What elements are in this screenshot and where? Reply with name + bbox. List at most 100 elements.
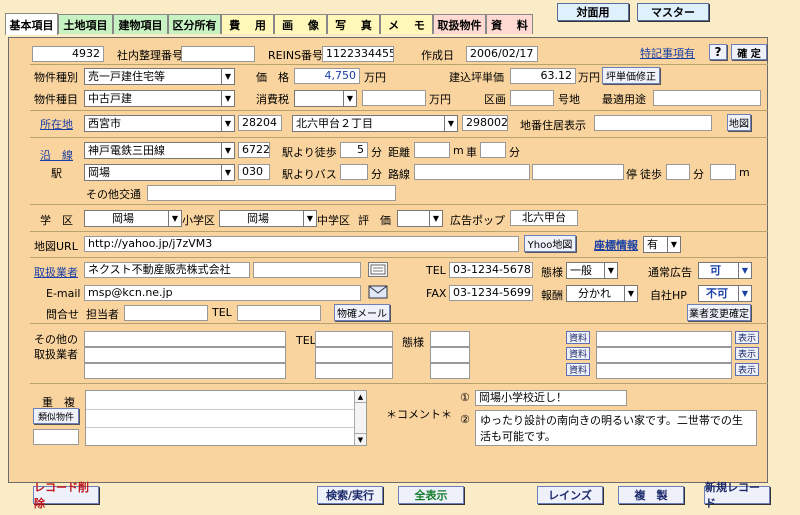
item-select[interactable]: 中古戸建 ▼	[84, 90, 235, 107]
tsubo-field[interactable]: 63.12	[510, 68, 576, 84]
email-field[interactable]: msp@kcn.ne.jp	[84, 285, 361, 301]
tab-4[interactable]: 区分所有	[168, 14, 221, 34]
other-agent-style-field[interactable]	[430, 347, 470, 363]
stop-walk-field[interactable]	[666, 164, 690, 180]
tab-10[interactable]: 資 料	[486, 14, 533, 34]
price-field[interactable]: 4,750	[294, 68, 360, 84]
mail-check-button[interactable]: 物確メール	[334, 304, 390, 321]
show-all-button[interactable]: 全表示	[398, 486, 464, 504]
yahoo-map-button[interactable]: Yhoo地図	[524, 235, 576, 252]
coord-link[interactable]: 座標情報	[594, 237, 638, 253]
shiryo-button[interactable]: 資料	[566, 363, 590, 376]
scrollbar[interactable]: ▲ ▼	[354, 391, 366, 445]
kukaku-field[interactable]	[510, 90, 554, 106]
person-field[interactable]	[124, 305, 208, 321]
tax-select[interactable]: ▼	[294, 90, 357, 107]
other-transport-field[interactable]	[147, 185, 396, 201]
chiban-field[interactable]	[594, 115, 712, 131]
kind-select[interactable]: 売一戸建住宅等 ▼	[84, 68, 235, 85]
tab-9[interactable]: 取扱物件	[433, 14, 486, 34]
hyoji-button[interactable]: 表示	[735, 347, 759, 360]
mail-icon[interactable]	[368, 285, 388, 299]
bus-field[interactable]	[340, 164, 368, 180]
hp-select[interactable]: 不可 ▼	[698, 285, 752, 302]
help-button[interactable]: ?	[709, 44, 727, 60]
tab-1[interactable]: 基本項目	[5, 13, 58, 35]
other-agent-name-field[interactable]	[84, 363, 286, 379]
scroll-down-icon[interactable]: ▼	[355, 433, 366, 445]
dist-field[interactable]	[414, 142, 450, 158]
record-id-field[interactable]: 4932	[32, 46, 104, 62]
similar-count-field[interactable]	[33, 429, 79, 445]
tab-2[interactable]: 土地項目	[58, 14, 113, 34]
location-link[interactable]: 所在地	[40, 116, 73, 132]
scroll-up-icon[interactable]: ▲	[355, 391, 366, 403]
route-field[interactable]	[414, 164, 530, 180]
tab-8[interactable]: メ モ	[380, 14, 433, 34]
walk-field[interactable]: 5	[340, 142, 368, 158]
agent-style-select[interactable]: 一般 ▼	[566, 262, 618, 279]
shiryo-button[interactable]: 資料	[566, 331, 590, 344]
tokki-link[interactable]: 特記事項有	[640, 45, 695, 61]
area-code-field[interactable]: 298002	[462, 115, 508, 131]
rating-select[interactable]: ▼	[397, 210, 443, 227]
stop-m-field[interactable]	[710, 164, 736, 180]
other-agent-tel-field[interactable]	[315, 347, 393, 363]
line-link[interactable]: 沿 線	[40, 147, 73, 163]
agent-name2-field[interactable]	[253, 262, 361, 278]
tab-5[interactable]: 費 用	[221, 14, 274, 34]
master-button[interactable]: マスター	[637, 3, 709, 21]
fee-select[interactable]: 分かれ ▼	[566, 285, 638, 302]
line-code-field[interactable]: 6722	[238, 142, 270, 158]
shiryo-button[interactable]: 資料	[566, 347, 590, 360]
memo-icon[interactable]	[368, 262, 388, 277]
new-record-button[interactable]: 新規レコード	[704, 481, 770, 510]
agent-change-button[interactable]: 業者変更確定	[687, 304, 751, 321]
agent-name-field[interactable]: ネクスト不動産販売株式会社	[84, 262, 250, 278]
reins-field[interactable]: 1122334455	[322, 46, 394, 62]
hyoji-button[interactable]: 表示	[735, 363, 759, 376]
fax-field[interactable]: 03-1234-5699	[449, 285, 533, 301]
elem-school-select[interactable]: 岡場 ▼	[84, 210, 182, 227]
popup-field[interactable]: 北六甲台	[510, 210, 578, 226]
similar-button[interactable]: 類似物件	[33, 408, 79, 424]
stop-field[interactable]	[532, 164, 624, 180]
car-field[interactable]	[480, 142, 506, 158]
map-button[interactable]: 地図	[727, 114, 751, 131]
other-agent-note-field[interactable]	[596, 331, 732, 347]
coord-select[interactable]: 有 ▼	[643, 236, 681, 253]
line-select[interactable]: 神戸電鉄三田線 ▼	[84, 142, 235, 159]
other-agent-note-field[interactable]	[596, 347, 732, 363]
other-agent-note-field[interactable]	[596, 363, 732, 379]
reins-button[interactable]: レインズ	[537, 486, 603, 504]
internal-no-field[interactable]	[181, 46, 255, 62]
city-select[interactable]: 西宮市 ▼	[84, 115, 235, 132]
delete-record-button[interactable]: レコード削除	[33, 481, 99, 510]
area-select[interactable]: 北六甲台２丁目 ▼	[292, 115, 458, 132]
comment1-field[interactable]: 岡場小学校近し！	[475, 390, 627, 406]
tax-field[interactable]	[362, 90, 426, 106]
tel2-field[interactable]	[237, 305, 321, 321]
tab-6[interactable]: 画 像	[274, 14, 327, 34]
confirm-button[interactable]: 確 定	[731, 44, 767, 60]
other-agent-tel-field[interactable]	[315, 363, 393, 379]
agent-tel-field[interactable]: 03-1234-5678	[449, 262, 533, 278]
dup-list[interactable]: ▲ ▼	[85, 390, 367, 446]
station-select[interactable]: 岡場 ▼	[84, 164, 235, 181]
hyoji-button[interactable]: 表示	[735, 331, 759, 344]
tab-3[interactable]: 建物項目	[113, 14, 168, 34]
other-agent-name-field[interactable]	[84, 331, 286, 347]
taimen-button[interactable]: 対面用	[557, 3, 629, 21]
created-field[interactable]: 2006/02/17	[466, 46, 538, 62]
search-button[interactable]: 検索/実行	[317, 486, 383, 504]
agent-link[interactable]: 取扱業者	[34, 264, 78, 280]
other-agent-style-field[interactable]	[430, 331, 470, 347]
other-agent-style-field[interactable]	[430, 363, 470, 379]
tab-7[interactable]: 写 真	[327, 14, 380, 34]
junior-school-select[interactable]: 岡場 ▼	[219, 210, 317, 227]
comment2-field[interactable]: ゆったり設計の南向きの明るい家です。二世帯での生活も可能です。	[475, 410, 757, 446]
use-field[interactable]	[653, 90, 761, 106]
copy-button[interactable]: 複 製	[618, 486, 684, 504]
tsubo-fix-button[interactable]: 坪単価修正	[602, 67, 660, 84]
ad-select[interactable]: 可 ▼	[698, 262, 752, 279]
